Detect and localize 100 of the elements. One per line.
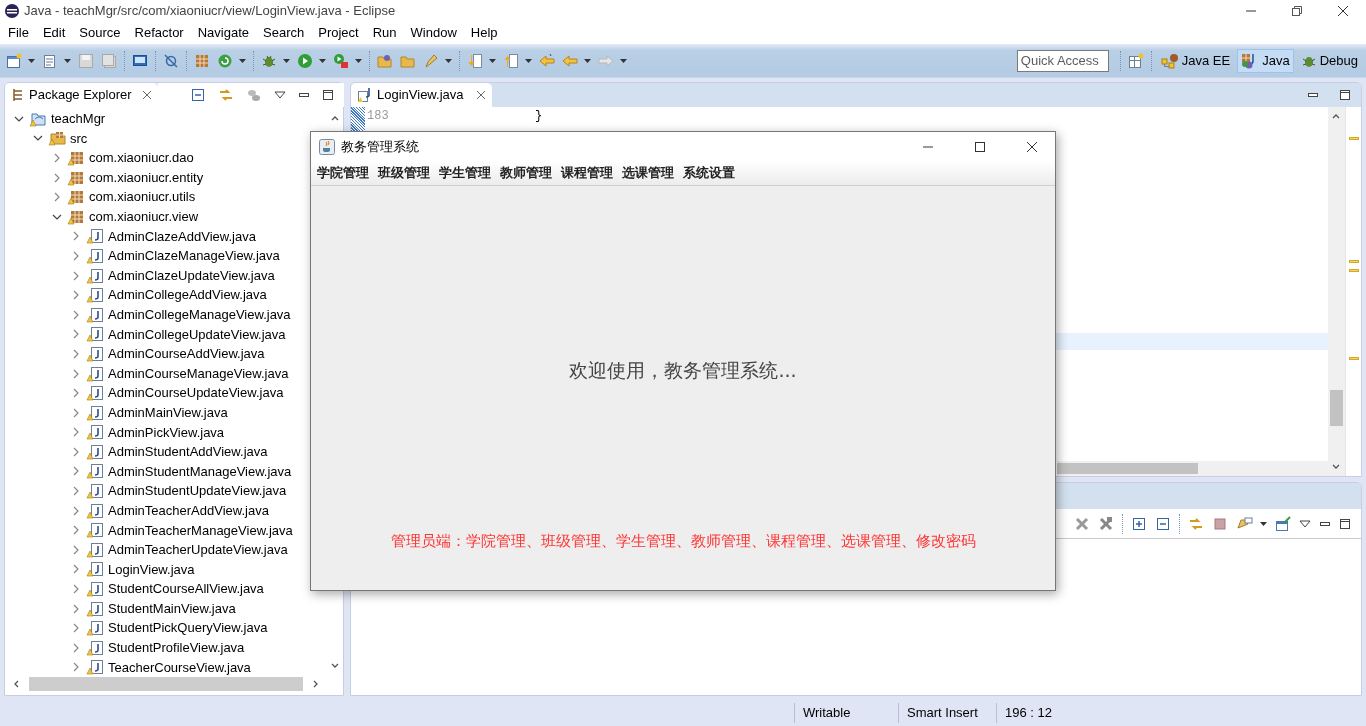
menu-item[interactable]: 课程管理 [557, 163, 617, 183]
menu-item[interactable]: Project [312, 23, 367, 43]
java-file-icon [86, 247, 104, 264]
tree-item-label: AdminClazeAddView.java [108, 227, 256, 246]
menu-item[interactable]: Run [366, 23, 405, 43]
menu-item[interactable]: 班级管理 [374, 163, 434, 183]
warning-marker [1349, 137, 1359, 140]
vertical-scrollbar[interactable] [1328, 107, 1345, 476]
menu-item[interactable]: Help [464, 23, 506, 43]
java-file-icon [86, 581, 104, 598]
java-file-icon [86, 522, 104, 539]
java-file-icon [357, 87, 373, 103]
close-icon[interactable] [141, 90, 152, 100]
java-file-icon [86, 404, 104, 421]
menu-item[interactable]: 学生管理 [435, 163, 495, 183]
status-field: Writable [794, 703, 898, 723]
tree-item-label: StudentProfileView.java [108, 639, 245, 658]
java-file-icon [86, 443, 104, 460]
horizontal-scrollbar[interactable] [1057, 461, 1328, 476]
java-ee-perspective-icon [1160, 52, 1179, 69]
tree-item-label: AdminTeacherAddView.java [108, 501, 269, 520]
perspective-button[interactable]: Java [1237, 48, 1294, 73]
scrollbar-thumb[interactable] [29, 676, 303, 691]
java-file-icon [86, 541, 104, 558]
java-file-icon [86, 424, 104, 441]
menu-item[interactable]: Navigate [191, 23, 257, 43]
java-file-icon [86, 287, 104, 304]
java-file-icon [86, 228, 104, 245]
scrollbar-thumb[interactable] [1330, 390, 1343, 426]
java-file-icon [86, 463, 104, 480]
tree-item-label: AdminStudentManageView.java [108, 462, 292, 481]
status-field: Smart Insert [898, 703, 996, 723]
menu-item[interactable]: Source [73, 23, 129, 43]
java-file-icon [86, 345, 104, 362]
tree-item-label: AdminTeacherUpdateView.java [108, 541, 288, 560]
package-explorer-icon [11, 88, 25, 102]
window-title: Java - teachMgr/src/com/xiaoniucr/view/LoginView.java - Eclipse [24, 2, 397, 21]
tree-item-label: com.xiaoniucr.utils [89, 188, 196, 207]
welcome-message: 欢迎使用，教务管理系统... [569, 358, 797, 383]
status-field: 196 : 12 [996, 703, 1086, 723]
menu-item[interactable]: 教师管理 [496, 163, 556, 183]
tree-item-label: teachMgr [51, 110, 106, 129]
package-icon [67, 150, 85, 166]
tree-item-label: AdminStudentUpdateView.java [108, 482, 287, 501]
menu-item[interactable]: File [2, 23, 37, 43]
tree-item-label: StudentMainView.java [108, 599, 236, 618]
menu-item[interactable]: Refactor [128, 23, 192, 43]
feature-summary: 管理员端：学院管理、班级管理、学生管理、教师管理、课程管理、选课管理、修改密码 [390, 530, 976, 552]
tree-item-label: AdminCourseManageView.java [108, 364, 289, 383]
java-file-icon [86, 620, 104, 637]
scrollbar-thumb[interactable] [1057, 463, 1198, 474]
tree-item-label: AdminCourseUpdateView.java [108, 384, 284, 403]
close-icon[interactable] [475, 90, 486, 100]
menu-item[interactable]: Window [404, 23, 465, 43]
warning-marker [1349, 260, 1359, 263]
view-tab[interactable]: Package Explorer [5, 83, 158, 107]
package-icon [67, 208, 85, 225]
java-file-icon [86, 267, 104, 284]
tree-item-label: com.xiaoniucr.view [89, 208, 199, 226]
java-file-icon [86, 326, 104, 343]
close-icon[interactable] [1337, 5, 1349, 17]
java-file-icon [86, 561, 104, 578]
java-file-icon [86, 385, 104, 402]
java-file-icon [86, 306, 104, 323]
restore-icon[interactable] [1291, 5, 1303, 17]
tree-item-label: AdminClazeManageView.java [108, 247, 280, 266]
tree-item-label: AdminMainView.java [108, 403, 228, 422]
project-folder-icon [29, 110, 47, 127]
quick-access-field[interactable]: Quick Access [1016, 49, 1109, 72]
tree-item-label: StudentPickQueryView.java [108, 619, 268, 638]
perspective-button[interactable]: Java EE [1156, 48, 1235, 73]
package-icon [67, 169, 85, 186]
editor-tab[interactable]: LoginView.java [351, 83, 492, 107]
maximize-icon[interactable] [974, 140, 986, 153]
tree-item-label: com.xiaoniucr.dao [89, 149, 194, 168]
menu-item[interactable]: 选课管理 [618, 163, 678, 183]
tree-item-label: AdminClazeUpdateView.java [108, 266, 275, 285]
tree-item-label: AdminCollegeAddView.java [108, 286, 267, 305]
perspective-button[interactable]: Debug [1296, 48, 1362, 73]
tree-item-label: AdminCourseAddView.java [108, 345, 265, 364]
warning-marker [1349, 269, 1359, 272]
tree-item-label: StudentCourseAllView.java [108, 580, 264, 599]
tree-item-label: src [70, 129, 88, 148]
app-icon [4, 3, 20, 19]
java-file-icon [86, 502, 104, 519]
line-number: 183 [366, 108, 390, 124]
menu-item[interactable]: Edit [36, 23, 74, 43]
close-icon[interactable] [1026, 140, 1038, 153]
java-file-icon [86, 365, 104, 382]
java-app-icon [319, 138, 335, 155]
java-file-icon [86, 483, 104, 500]
tree-item-label: AdminCollegeUpdateView.java [108, 325, 286, 344]
menu-item[interactable]: 学院管理 [313, 163, 373, 183]
menu-item[interactable]: 系统设置 [679, 163, 739, 183]
warning-marker [1349, 357, 1359, 360]
code-line: } [535, 108, 543, 124]
tree-item-label: AdminCollegeManageView.java [108, 306, 291, 324]
tree-item-label: AdminTeacherManageView.java [108, 521, 293, 540]
package-icon [67, 189, 85, 206]
menu-item[interactable]: Search [257, 23, 313, 43]
